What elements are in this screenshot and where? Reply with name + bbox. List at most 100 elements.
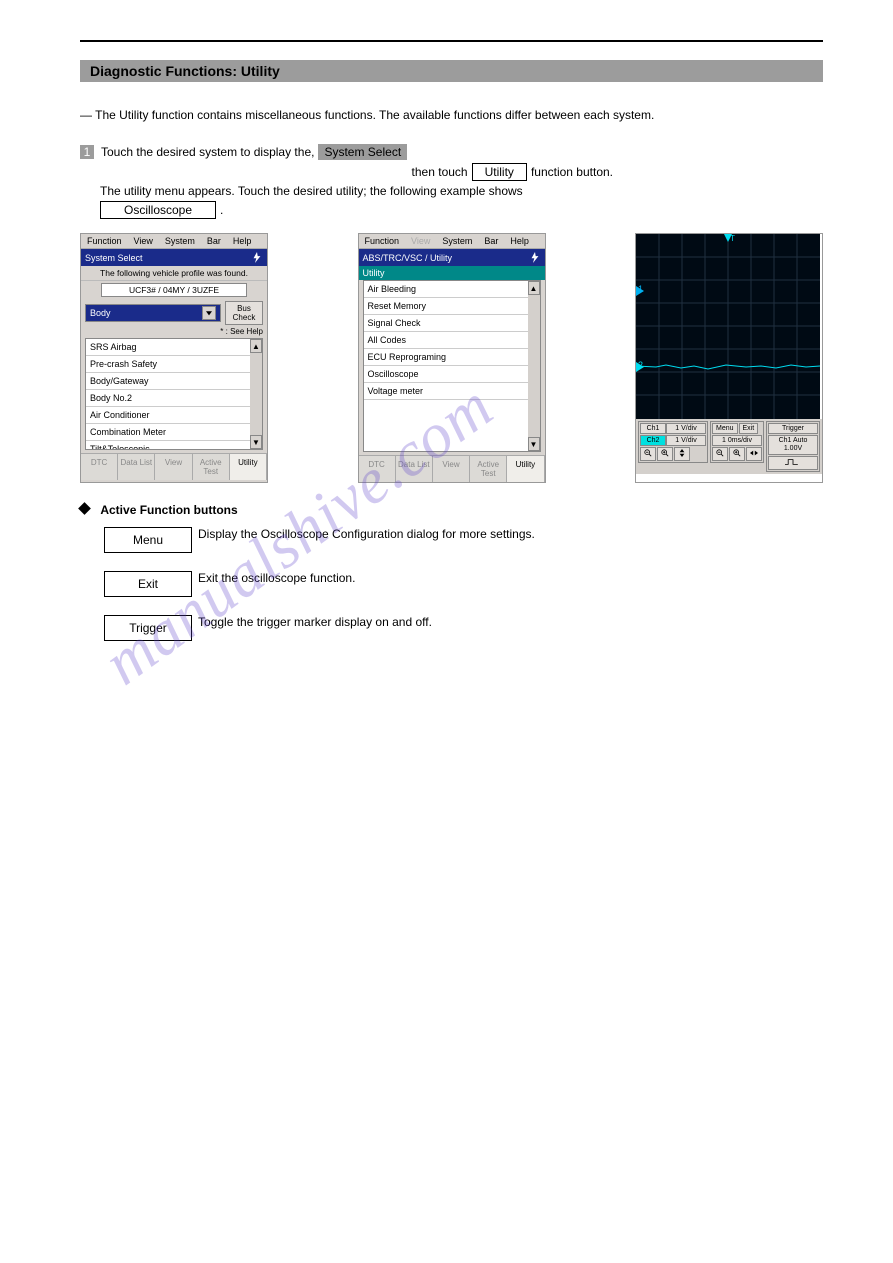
menu-bar[interactable]: Bar: [201, 234, 227, 248]
vehicle-field: UCF3# / 04MY / 3UZFE: [101, 283, 247, 297]
scrollbar[interactable]: ▲ ▼: [250, 339, 262, 449]
active-function-heading: Active Function buttons: [80, 503, 823, 517]
chevron-up-icon[interactable]: ▲: [250, 339, 262, 353]
intro-dash: —: [80, 108, 92, 122]
active-function-title: Active Function buttons: [100, 503, 237, 517]
bolt-icon: [251, 252, 263, 263]
body-dropdown[interactable]: Body: [85, 304, 221, 322]
menu-function[interactable]: Function: [359, 234, 406, 248]
menu-function[interactable]: Function: [81, 234, 128, 248]
list-item[interactable]: Voltage meter: [364, 383, 540, 400]
afb-row-exit: Exit Exit the oscilloscope function.: [104, 571, 823, 603]
list-item[interactable]: ECU Reprograming: [364, 349, 540, 366]
left-right-icon[interactable]: [746, 447, 762, 461]
utility-button-token: Utility: [472, 163, 527, 181]
list-item[interactable]: Tilt&Telescopic: [86, 441, 262, 450]
list-item[interactable]: Signal Check: [364, 315, 540, 332]
ch1-button[interactable]: Ch1: [640, 423, 666, 434]
dropdown-value: Body: [90, 308, 111, 318]
trigger-desc: Toggle the trigger marker display on and…: [198, 615, 432, 629]
menu-system[interactable]: System: [159, 234, 201, 248]
trigger-button[interactable]: Trigger: [768, 423, 818, 434]
scope-ch1-marker: 1: [638, 284, 643, 294]
menu-system[interactable]: System: [436, 234, 478, 248]
list-item[interactable]: SRS Airbag: [86, 339, 262, 356]
list-item[interactable]: Body No.2: [86, 390, 262, 407]
tab-dtc[interactable]: DTC: [81, 454, 118, 480]
list-item[interactable]: Air Bleeding: [364, 281, 540, 298]
ch1-vdiv[interactable]: 1 V/div: [666, 423, 706, 434]
trigger-group: Trigger Ch1 Auto 1.00V: [766, 421, 820, 472]
scope-controls: Ch1 1 V/div Ch2 1 V/div Menu: [636, 419, 822, 474]
chevron-down-icon[interactable]: ▼: [528, 437, 540, 451]
step-text-1c: function button.: [531, 165, 613, 179]
scope-canvas: [636, 234, 820, 419]
menubar[interactable]: Function View System Bar Help: [81, 234, 267, 249]
list-item[interactable]: All Codes: [364, 332, 540, 349]
list-item[interactable]: Oscilloscope: [364, 366, 540, 383]
tab-active-test[interactable]: Active Test: [470, 456, 507, 482]
tab-data-list[interactable]: Data List: [396, 456, 433, 482]
scope-grid[interactable]: T 1 2: [636, 234, 820, 419]
scrollbar[interactable]: ▲ ▼: [528, 281, 540, 451]
menu-help[interactable]: Help: [504, 234, 535, 248]
menu-button[interactable]: Menu: [712, 423, 738, 434]
chevron-down-icon[interactable]: [202, 306, 216, 320]
exit-button[interactable]: Exit: [739, 423, 759, 434]
zoom-out-icon[interactable]: [712, 447, 728, 461]
zoom-in-icon[interactable]: [729, 447, 745, 461]
titlebar: ABS/TRC/VSC / Utility: [359, 249, 545, 266]
step-text-2c: .: [220, 203, 223, 217]
tab-dtc[interactable]: DTC: [359, 456, 396, 482]
top-rule: [80, 40, 823, 42]
menu-bar[interactable]: Bar: [478, 234, 504, 248]
list-item[interactable]: Pre-crash Safety: [86, 356, 262, 373]
intro-text: — The Utility function contains miscella…: [80, 106, 823, 124]
menu-desc: Display the Oscilloscope Configuration d…: [198, 527, 535, 541]
tab-active-test[interactable]: Active Test: [193, 454, 230, 480]
active-function-list: Menu Display the Oscilloscope Configurat…: [104, 527, 823, 647]
page: Diagnostic Functions: Utility — The Util…: [0, 0, 893, 699]
tab-view[interactable]: View: [433, 456, 470, 482]
section-title: Diagnostic Functions: Utility: [80, 60, 823, 82]
system-select-token: System Select: [318, 144, 407, 160]
list-item[interactable]: Combination Meter: [86, 424, 262, 441]
menu-view[interactable]: View: [405, 234, 436, 248]
bus-check-button[interactable]: Bus Check: [225, 301, 263, 325]
tab-utility[interactable]: Utility: [230, 454, 267, 480]
diamond-icon: [78, 502, 91, 515]
menubar[interactable]: Function View System Bar Help: [359, 234, 545, 249]
trigger-box: Trigger: [104, 615, 192, 641]
titlebar-text: System Select: [85, 253, 143, 263]
chevron-down-icon[interactable]: ▼: [250, 435, 262, 449]
menu-view[interactable]: View: [128, 234, 159, 248]
tab-view[interactable]: View: [155, 454, 192, 480]
see-help: * : See Help: [81, 327, 267, 338]
list-item[interactable]: Body/Gateway: [86, 373, 262, 390]
system-list[interactable]: SRS Airbag Pre-crash Safety Body/Gateway…: [85, 338, 263, 450]
utility-list[interactable]: Air Bleeding Reset Memory Signal Check A…: [363, 280, 541, 452]
list-item[interactable]: Reset Memory: [364, 298, 540, 315]
wave-icon[interactable]: [768, 456, 818, 470]
step-number: 1: [80, 145, 94, 159]
titlebar-text: ABS/TRC/VSC / Utility: [363, 253, 453, 263]
bolt-icon: [529, 252, 541, 263]
menu-help[interactable]: Help: [227, 234, 258, 248]
afb-row-menu: Menu Display the Oscilloscope Configurat…: [104, 527, 823, 559]
profile-line: The following vehicle profile was found.: [81, 266, 267, 281]
up-down-icon[interactable]: [674, 447, 690, 461]
oscilloscope-button-token: Oscilloscope: [100, 201, 216, 219]
ch2-vdiv[interactable]: 1 V/div: [666, 435, 706, 446]
tab-utility[interactable]: Utility: [507, 456, 544, 482]
ch2-button[interactable]: Ch2: [640, 435, 666, 446]
timebase[interactable]: 1 0ms/div: [712, 435, 762, 446]
tab-data-list[interactable]: Data List: [118, 454, 155, 480]
step-text-2: The utility menu appears. Touch the desi…: [100, 184, 523, 198]
titlebar: System Select: [81, 249, 267, 266]
zoom-in-icon[interactable]: [657, 447, 673, 461]
bottom-tabs: DTC Data List View Active Test Utility: [81, 453, 267, 480]
chevron-up-icon[interactable]: ▲: [528, 281, 540, 295]
menu-box: Menu: [104, 527, 192, 553]
zoom-out-icon[interactable]: [640, 447, 656, 461]
list-item[interactable]: Air Conditioner: [86, 407, 262, 424]
